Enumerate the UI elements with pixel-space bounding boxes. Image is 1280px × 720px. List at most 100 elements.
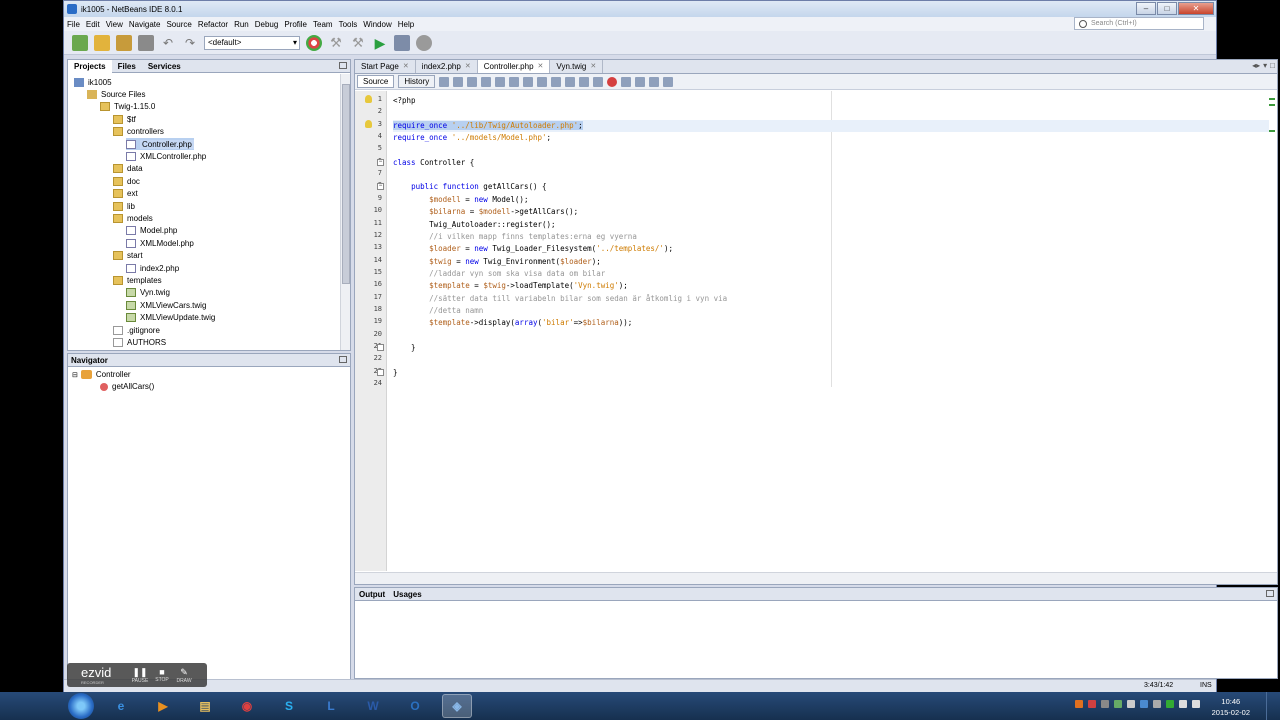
tree-node[interactable]: Model.php (126, 225, 177, 237)
close-button[interactable]: ✕ (1178, 2, 1214, 15)
code-line[interactable]: $loader = new Twig_Loader_Filesystem('..… (393, 243, 673, 255)
clean-build-icon[interactable]: ⚒ (350, 35, 366, 51)
ie-icon[interactable]: e (106, 694, 136, 718)
code-line[interactable]: $template = $twig->loadTemplate('Vyn.twi… (393, 280, 628, 292)
code-line[interactable]: $template->display(array('bilar'=>$bilar… (393, 317, 632, 329)
menu-help[interactable]: Help (398, 20, 414, 29)
editor-tab[interactable]: Vyn.twig ✕ (550, 60, 604, 73)
debug-icon[interactable] (394, 34, 410, 51)
find-prev-icon[interactable] (495, 76, 506, 87)
tree-node[interactable]: .gitignore (113, 324, 160, 336)
ezvid-stop-button[interactable]: ■ STOP (151, 667, 173, 683)
history-button[interactable]: History (398, 75, 436, 88)
tree-node[interactable]: $tf (113, 113, 136, 125)
fold-icon[interactable]: − (377, 158, 384, 166)
undo-icon[interactable]: ↶ (160, 35, 176, 51)
menu-navigate[interactable]: Navigate (129, 20, 161, 29)
tree-node[interactable]: Source Files (87, 88, 145, 100)
tab-services[interactable]: Services (142, 62, 187, 71)
skype-icon[interactable]: S (274, 694, 304, 718)
chrome-icon[interactable]: ◉ (232, 694, 262, 718)
media-player-icon[interactable]: ▶ (148, 694, 178, 718)
volume-icon[interactable] (1192, 700, 1200, 708)
hint-bulb-icon[interactable] (365, 119, 372, 128)
toggle-bookmark-icon[interactable] (565, 76, 576, 87)
configuration-select[interactable]: <default> (204, 35, 300, 50)
toggle-highlight-icon[interactable] (523, 76, 534, 87)
editor-tab[interactable]: index2.php ✕ (416, 60, 478, 73)
code-line[interactable]: //detta namn (393, 305, 483, 317)
tree-node[interactable]: XMLController.php (126, 150, 206, 162)
tree-node[interactable]: ext (113, 188, 138, 200)
tray-icon[interactable] (1127, 700, 1135, 708)
lync-icon[interactable]: L (316, 694, 346, 718)
code-line[interactable]: //sätter data till variabeln bilar som s… (393, 293, 727, 305)
tree-node[interactable]: AUTHORS (113, 336, 166, 348)
minimize-navigator-icon[interactable] (339, 356, 347, 363)
comment-icon[interactable] (635, 76, 646, 87)
shift-left-icon[interactable] (579, 76, 590, 87)
tree-node[interactable]: doc (113, 175, 140, 187)
word-icon[interactable]: W (358, 694, 388, 718)
code-line[interactable]: public function getAllCars() { (393, 181, 546, 193)
stop-macro-icon[interactable] (621, 76, 632, 87)
editor-tab[interactable]: Start Page ✕ (355, 60, 416, 73)
menu-profile[interactable]: Profile (284, 20, 307, 29)
new-file-icon[interactable] (72, 34, 88, 51)
navigator-class[interactable]: ⊟ Controller (72, 370, 131, 379)
fold-icon[interactable] (377, 344, 384, 351)
source-button[interactable]: Source (357, 75, 395, 88)
menu-tools[interactable]: Tools (339, 20, 358, 29)
tree-node[interactable]: index2.php (126, 262, 179, 274)
code-line[interactable]: //i vilken mapp finns templates:erna eg … (393, 231, 637, 243)
menu-debug[interactable]: Debug (255, 20, 279, 29)
show-desktop-button[interactable] (1266, 692, 1280, 720)
editor-hscrollbar[interactable] (355, 572, 1277, 584)
hint-bulb-icon[interactable] (365, 95, 372, 103)
redo-icon[interactable]: ↷ (182, 35, 198, 51)
tree-node[interactable]: XMLViewUpdate.twig (126, 312, 215, 324)
bluetooth-icon[interactable] (1140, 700, 1148, 708)
code-line[interactable]: Twig_Autoloader::register(); (393, 219, 555, 231)
tray-icon[interactable] (1101, 700, 1109, 708)
tree-node[interactable]: XMLViewCars.twig (126, 299, 206, 311)
shift-right-icon[interactable] (593, 76, 604, 87)
menu-edit[interactable]: Edit (86, 20, 100, 29)
code-line[interactable]: $bilarna = $modell->getAllCars(); (393, 206, 578, 218)
tree-scrollbar[interactable] (340, 74, 350, 350)
browser-icon[interactable] (306, 34, 322, 51)
menu-run[interactable]: Run (234, 20, 249, 29)
last-edit-icon[interactable] (439, 76, 450, 87)
network-icon[interactable] (1179, 700, 1187, 708)
menu-view[interactable]: View (106, 20, 123, 29)
prev-bookmark-icon[interactable] (537, 76, 548, 87)
tray-icon[interactable] (1075, 700, 1083, 708)
ezvid-draw-button[interactable]: ✎ DRAW (173, 667, 195, 684)
new-project-icon[interactable] (94, 34, 110, 51)
menu-source[interactable]: Source (166, 20, 191, 29)
record-macro-icon[interactable] (607, 76, 618, 87)
tree-node[interactable]: Twig-1.15.0 (100, 101, 155, 113)
menu-file[interactable]: File (67, 20, 80, 29)
code-area[interactable]: <?php require_once '../lib/Twig/Autoloade… (393, 91, 1273, 571)
build-icon[interactable]: ⚒ (328, 35, 344, 51)
code-line[interactable]: $modell = new Model(); (393, 194, 528, 206)
fold-icon[interactable]: − (377, 183, 384, 191)
tab-files[interactable]: Files (112, 62, 142, 71)
close-tab-icon[interactable]: ✕ (403, 60, 409, 73)
uncomment-icon[interactable] (649, 76, 660, 87)
forward-icon[interactable] (467, 76, 478, 87)
netbeans-taskbar-icon[interactable]: ◈ (442, 694, 472, 718)
menu-window[interactable]: Window (363, 20, 391, 29)
maximize-button[interactable]: □ (1157, 2, 1177, 15)
tree-node[interactable]: ik1005 (74, 76, 112, 88)
find-next-icon[interactable] (509, 76, 520, 87)
tray-icon[interactable] (1114, 700, 1122, 708)
clock[interactable]: 10:46 2015-02-02 (1212, 696, 1250, 718)
tree-node[interactable]: Vyn.twig (126, 287, 170, 299)
fold-icon[interactable] (377, 368, 384, 376)
tree-node[interactable]: start (113, 250, 143, 262)
back-icon[interactable] (453, 76, 464, 87)
tray-icon[interactable] (1166, 700, 1174, 708)
code-line[interactable]: } (393, 367, 398, 379)
